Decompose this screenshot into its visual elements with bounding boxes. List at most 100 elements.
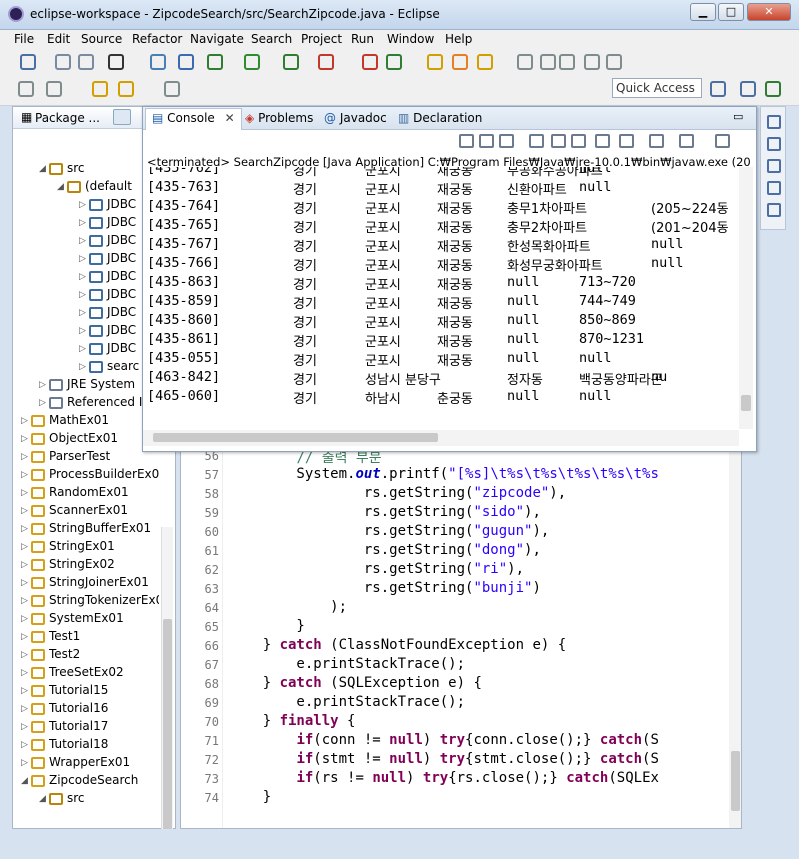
- nav-forward-icon[interactable]: [164, 81, 180, 97]
- declaration-icon[interactable]: [767, 203, 781, 217]
- chevron-right-icon[interactable]: ▷: [21, 434, 31, 444]
- chevron-right-icon[interactable]: ▷: [21, 560, 31, 570]
- paragraph-icon[interactable]: [606, 54, 622, 70]
- tree-item[interactable]: ▷ WrapperEx01: [21, 755, 130, 773]
- menu-run[interactable]: Run: [351, 32, 374, 46]
- code-line[interactable]: rs.getString("zipcode"),: [229, 485, 566, 501]
- chevron-right-icon[interactable]: ▷: [21, 416, 31, 426]
- chevron-right-icon[interactable]: ▷: [79, 362, 89, 372]
- code-line[interactable]: rs.getString("sido"),: [229, 504, 541, 520]
- display-console-icon[interactable]: [679, 134, 694, 148]
- tree-item[interactable]: ▷ ScannerEx01: [21, 503, 128, 521]
- tree-item[interactable]: ▷ ObjectEx01: [21, 431, 118, 449]
- menu-file[interactable]: File: [14, 32, 34, 46]
- chevron-right-icon[interactable]: ▷: [39, 398, 49, 408]
- tree-item[interactable]: ◢ ZipcodeSearch: [21, 773, 138, 791]
- tree-item[interactable]: ▷ JDBC: [79, 341, 136, 359]
- menu-window[interactable]: Window: [387, 32, 434, 46]
- chevron-right-icon[interactable]: ▷: [79, 218, 89, 228]
- tree-item[interactable]: ▷ searc: [79, 359, 139, 377]
- chevron-right-icon[interactable]: ▷: [21, 578, 31, 588]
- remove-launch-icon[interactable]: [479, 134, 494, 148]
- code-line[interactable]: } catch (ClassNotFoundException e) {: [229, 637, 566, 653]
- minimize-view-icon[interactable]: [767, 115, 781, 129]
- pin-console-icon[interactable]: [649, 134, 664, 148]
- tree-item[interactable]: ▷ JDBC: [79, 323, 136, 341]
- new-package-icon[interactable]: [386, 54, 402, 70]
- tree-item[interactable]: ▷ Tutorial17: [21, 719, 108, 737]
- outline-icon[interactable]: [767, 137, 781, 151]
- tree-item[interactable]: ▷ JDBC: [79, 305, 136, 323]
- forward-icon[interactable]: [118, 81, 134, 97]
- console-vertical-scrollbar[interactable]: [739, 167, 753, 429]
- console-vertical-scroll-thumb[interactable]: [741, 395, 751, 411]
- terminate-icon[interactable]: [459, 134, 474, 148]
- code-line[interactable]: rs.getString("ri"),: [229, 561, 524, 577]
- save-icon[interactable]: [55, 54, 71, 70]
- chevron-right-icon[interactable]: ▷: [79, 236, 89, 246]
- chevron-right-icon[interactable]: ▷: [21, 596, 31, 606]
- tab-console[interactable]: ▤ Console ✕: [145, 108, 242, 130]
- java-editor[interactable]: 56 // 출력 부분 57 System.out.printf("[%s]\t%…: [180, 450, 742, 829]
- chevron-right-icon[interactable]: ▷: [79, 308, 89, 318]
- run-icon[interactable]: [244, 54, 260, 70]
- code-line[interactable]: e.printStackTrace();: [229, 694, 465, 710]
- quick-access-input[interactable]: Quick Access: [612, 78, 702, 98]
- code-line[interactable]: e.printStackTrace();: [229, 656, 465, 672]
- chevron-right-icon[interactable]: ▷: [21, 524, 31, 534]
- search-icon[interactable]: [477, 54, 493, 70]
- minimize-view-icon[interactable]: ▭: [733, 110, 743, 123]
- code-line[interactable]: }: [229, 618, 304, 634]
- tree-item[interactable]: ▷ JDBC: [79, 233, 136, 251]
- code-line[interactable]: if(rs != null) try{rs.close();} catch(SQ…: [229, 770, 659, 786]
- chevron-right-icon[interactable]: ▷: [21, 632, 31, 642]
- tree-item[interactable]: ▷ StringEx02: [21, 557, 115, 575]
- code-line[interactable]: }: [229, 789, 271, 805]
- code-line[interactable]: rs.getString("gugun"),: [229, 523, 549, 539]
- maximize-button[interactable]: □: [718, 3, 744, 21]
- console-horizontal-scroll-thumb[interactable]: [153, 433, 438, 442]
- tree-item[interactable]: ▷ Tutorial16: [21, 701, 108, 719]
- open-type-icon[interactable]: [427, 54, 443, 70]
- chevron-right-icon[interactable]: ▷: [21, 542, 31, 552]
- menu-search[interactable]: Search: [251, 32, 292, 46]
- show-stdout-icon[interactable]: [595, 134, 610, 148]
- word-wrap-icon[interactable]: [571, 134, 586, 148]
- prev-annotation-icon[interactable]: [46, 81, 62, 97]
- chevron-right-icon[interactable]: ▷: [21, 488, 31, 498]
- tree-item[interactable]: ▷ JRE System: [39, 377, 135, 395]
- chevron-down-icon[interactable]: ◢: [39, 164, 49, 174]
- code-line[interactable]: // 출력 부분: [229, 451, 381, 467]
- chevron-right-icon[interactable]: ▷: [21, 506, 31, 516]
- tree-item[interactable]: ▷ JDBC: [79, 287, 136, 305]
- code-line[interactable]: if(stmt != null) try{stmt.close();} catc…: [229, 751, 658, 767]
- breakpoint-icon[interactable]: [178, 54, 194, 70]
- debug-perspective-icon[interactable]: [765, 81, 781, 97]
- chevron-right-icon[interactable]: ▷: [79, 344, 89, 354]
- tree-item[interactable]: ▷ StringJoinerEx01: [21, 575, 149, 593]
- scroll-lock-icon[interactable]: [551, 134, 566, 148]
- java-perspective-icon[interactable]: [740, 81, 756, 97]
- tree-item[interactable]: ▷ SystemEx01: [21, 611, 124, 629]
- tree-item[interactable]: ▷ RandomEx01: [21, 485, 129, 503]
- tree-item[interactable]: ▷ JDBC: [79, 215, 136, 233]
- chevron-right-icon[interactable]: ▷: [79, 326, 89, 336]
- tree-item[interactable]: ▷ MathEx01: [21, 413, 109, 431]
- tree-item[interactable]: ◢ src: [39, 791, 85, 809]
- chevron-right-icon[interactable]: ▷: [21, 740, 31, 750]
- tree-item[interactable]: ▷ StringBufferEx01: [21, 521, 151, 539]
- code-line[interactable]: if(conn != null) try{conn.close();} catc…: [229, 732, 658, 748]
- show-stderr-icon[interactable]: [619, 134, 634, 148]
- back-icon[interactable]: [92, 81, 108, 97]
- menu-refactor[interactable]: Refactor: [132, 32, 182, 46]
- task-list-icon[interactable]: [767, 159, 781, 173]
- open-console-icon[interactable]: [715, 134, 730, 148]
- tree-item[interactable]: ▷ ProcessBuilderEx01: [21, 467, 159, 485]
- package-explorer-scroll-thumb[interactable]: [163, 619, 172, 849]
- tree-item[interactable]: ▷ StringEx01: [21, 539, 115, 557]
- new-icon[interactable]: [20, 54, 36, 70]
- annotation-icon[interactable]: [517, 54, 533, 70]
- chevron-right-icon[interactable]: ▷: [21, 614, 31, 624]
- open-perspective-icon[interactable]: [710, 81, 726, 97]
- menu-source[interactable]: Source: [81, 32, 122, 46]
